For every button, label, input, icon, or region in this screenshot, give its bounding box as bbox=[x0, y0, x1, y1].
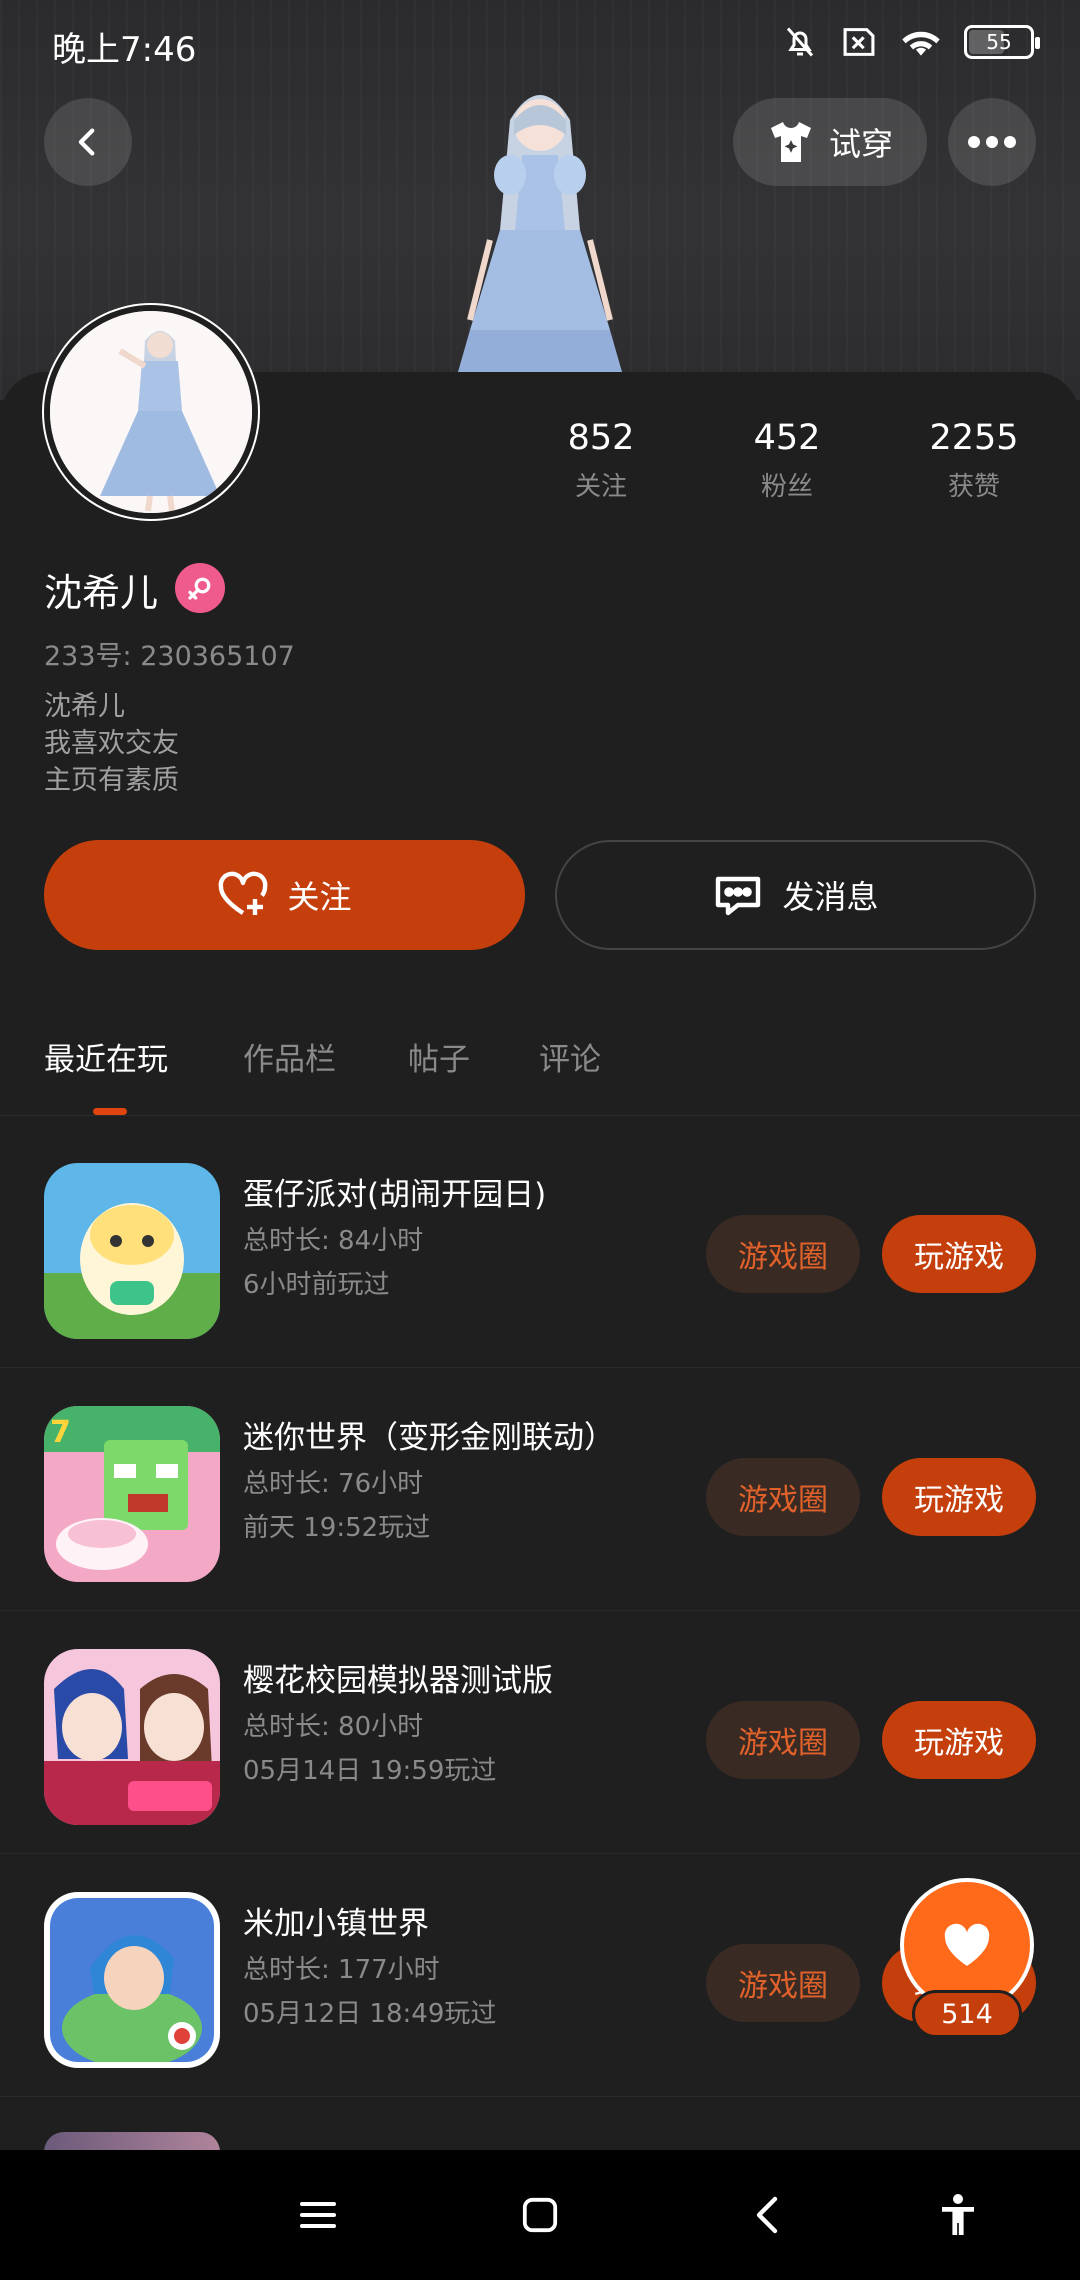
heart-plus-icon bbox=[219, 871, 268, 915]
stat-value: 852 bbox=[567, 418, 635, 458]
system-nav-bar bbox=[0, 2150, 1080, 2280]
sim-x-icon bbox=[843, 28, 875, 56]
game-last-played: 05月12日 18:49玩过 bbox=[243, 1999, 497, 2029]
tab-comments[interactable]: 评论 bbox=[539, 1034, 601, 1079]
tshirt-sparkle-icon bbox=[770, 122, 811, 162]
stat-following[interactable]: 852 关注 bbox=[521, 418, 681, 503]
game-icon[interactable]: 7 bbox=[44, 1406, 220, 1582]
battery-level: 55 bbox=[986, 30, 1012, 54]
bio-line: 沈希儿 bbox=[44, 691, 125, 722]
try-on-label: 试穿 bbox=[828, 125, 893, 163]
profile-bio: 沈希儿 我喜欢交友 主页有素质 bbox=[44, 688, 179, 799]
stat-label: 粉丝 bbox=[760, 472, 813, 502]
wifi-icon bbox=[902, 31, 940, 56]
user-id: 233号: 230365107 bbox=[44, 641, 295, 672]
accessibility-icon[interactable] bbox=[928, 2185, 988, 2245]
status-icons: 55 bbox=[782, 24, 1040, 60]
menu-icon[interactable] bbox=[288, 2185, 348, 2245]
play-game-button[interactable]: 玩游戏 bbox=[882, 1458, 1036, 1536]
play-game-button[interactable]: 玩游戏 bbox=[882, 1701, 1036, 1779]
bell-off-icon bbox=[786, 27, 814, 57]
game-duration: 总时长: 177小时 bbox=[243, 1955, 440, 1985]
profile-name: 沈希儿 bbox=[44, 571, 159, 615]
game-duration: 总时长: 84小时 bbox=[243, 1226, 424, 1256]
stat-value: 2255 bbox=[929, 418, 1019, 458]
stat-likes[interactable]: 2255 获赞 bbox=[894, 418, 1054, 503]
tab-recently-played[interactable]: 最近在玩 bbox=[44, 1034, 168, 1079]
send-message-button[interactable]: 发消息 bbox=[555, 840, 1036, 950]
game-last-played: 6小时前玩过 bbox=[243, 1270, 390, 1300]
play-game-button[interactable]: 玩游戏 bbox=[882, 1215, 1036, 1293]
game-duration: 总时长: 80小时 bbox=[243, 1712, 424, 1742]
game-list-item[interactable]: 蛋仔派对(胡闹开园日) 总时长: 84小时 6小时前玩过 游戏圈 玩游戏 bbox=[0, 1125, 1080, 1368]
heart-icon bbox=[944, 1923, 990, 1966]
game-circle-button[interactable]: 游戏圈 bbox=[706, 1215, 860, 1293]
follow-label: 关注 bbox=[287, 878, 352, 916]
status-bar: 晚上7:46 55 bbox=[0, 0, 1080, 90]
more-options-button[interactable] bbox=[948, 98, 1036, 186]
chat-bubble-icon bbox=[716, 876, 761, 916]
profile-tabs: 最近在玩 作品栏 帖子 评论 bbox=[0, 1020, 1080, 1116]
send-message-label: 发消息 bbox=[782, 878, 879, 916]
game-icon-partial bbox=[44, 2132, 220, 2152]
game-circle-button[interactable]: 游戏圈 bbox=[706, 1944, 860, 2022]
tab-works[interactable]: 作品栏 bbox=[243, 1034, 336, 1079]
game-icon[interactable] bbox=[44, 1649, 220, 1825]
back-button[interactable] bbox=[44, 98, 132, 186]
follow-button[interactable]: 关注 bbox=[44, 840, 525, 950]
stat-value: 452 bbox=[753, 418, 821, 458]
more-dots-icon bbox=[968, 136, 1016, 148]
try-on-button[interactable]: 试穿 bbox=[733, 98, 927, 186]
stat-label: 获赞 bbox=[947, 472, 1000, 502]
status-time: 晚上7:46 bbox=[52, 30, 197, 70]
game-last-played: 05月14日 19:59玩过 bbox=[243, 1756, 497, 1786]
svg-text:7: 7 bbox=[50, 1415, 71, 1450]
game-title: 迷你世界（变形金刚联动） bbox=[243, 1420, 615, 1456]
game-icon[interactable] bbox=[44, 1892, 220, 2068]
home-icon[interactable] bbox=[510, 2185, 570, 2245]
like-count-badge: 514 bbox=[912, 1990, 1022, 2038]
game-list-item[interactable]: 7 迷你世界（变形金刚联动） 总时长: 76小时 前天 19:52玩过 游戏圈 … bbox=[0, 1368, 1080, 1611]
game-list-item[interactable]: 樱花校园模拟器测试版 总时长: 80小时 05月14日 19:59玩过 游戏圈 … bbox=[0, 1611, 1080, 1854]
bio-line: 我喜欢交友 bbox=[44, 728, 179, 759]
game-title: 米加小镇世界 bbox=[243, 1906, 429, 1942]
stat-label: 关注 bbox=[574, 472, 627, 502]
stat-followers[interactable]: 452 粉丝 bbox=[707, 418, 867, 503]
avatar-image bbox=[50, 311, 252, 513]
game-duration: 总时长: 76小时 bbox=[243, 1469, 424, 1499]
back-icon[interactable] bbox=[738, 2185, 798, 2245]
avatar-figure-image bbox=[450, 95, 630, 400]
active-tab-indicator bbox=[93, 1108, 127, 1115]
game-icon[interactable] bbox=[44, 1163, 220, 1339]
game-last-played: 前天 19:52玩过 bbox=[243, 1513, 431, 1543]
female-icon bbox=[175, 563, 225, 613]
game-title: 蛋仔派对(胡闹开园日) bbox=[243, 1177, 547, 1213]
avatar[interactable] bbox=[44, 305, 258, 519]
game-circle-button[interactable]: 游戏圈 bbox=[706, 1701, 860, 1779]
chevron-left-icon bbox=[78, 128, 95, 156]
game-title: 樱花校园模拟器测试版 bbox=[243, 1663, 553, 1699]
battery-icon: 55 bbox=[964, 25, 1040, 59]
tab-posts[interactable]: 帖子 bbox=[408, 1034, 470, 1079]
bio-line: 主页有素质 bbox=[44, 765, 179, 796]
game-circle-button[interactable]: 游戏圈 bbox=[706, 1458, 860, 1536]
